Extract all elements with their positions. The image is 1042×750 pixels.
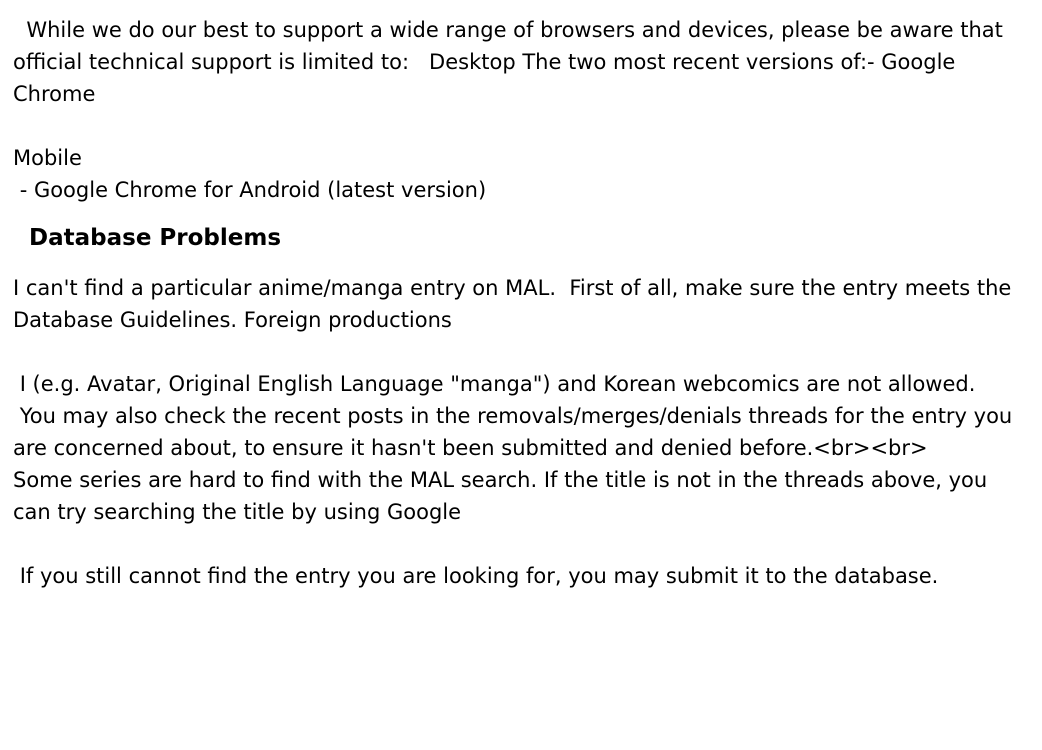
database-question-text: I can't find a particular anime/manga en… <box>13 276 1019 332</box>
mobile-label: Mobile <box>13 146 82 170</box>
guidelines-text: I (e.g. Avatar, Original English Languag… <box>13 372 976 396</box>
help-page: While we do our best to support a wide r… <box>0 0 1042 750</box>
mobile-support-item: - Google Chrome for Android (latest vers… <box>13 178 487 202</box>
removals-text: You may also check the recent posts in t… <box>13 404 1019 460</box>
database-problems-heading: Database Problems <box>13 225 282 251</box>
support-intro-text: While we do our best to support a wide r… <box>13 18 1010 106</box>
search-text: Some series are hard to find with the MA… <box>13 468 994 524</box>
submit-text: If you still cannot find the entry you a… <box>13 564 939 588</box>
